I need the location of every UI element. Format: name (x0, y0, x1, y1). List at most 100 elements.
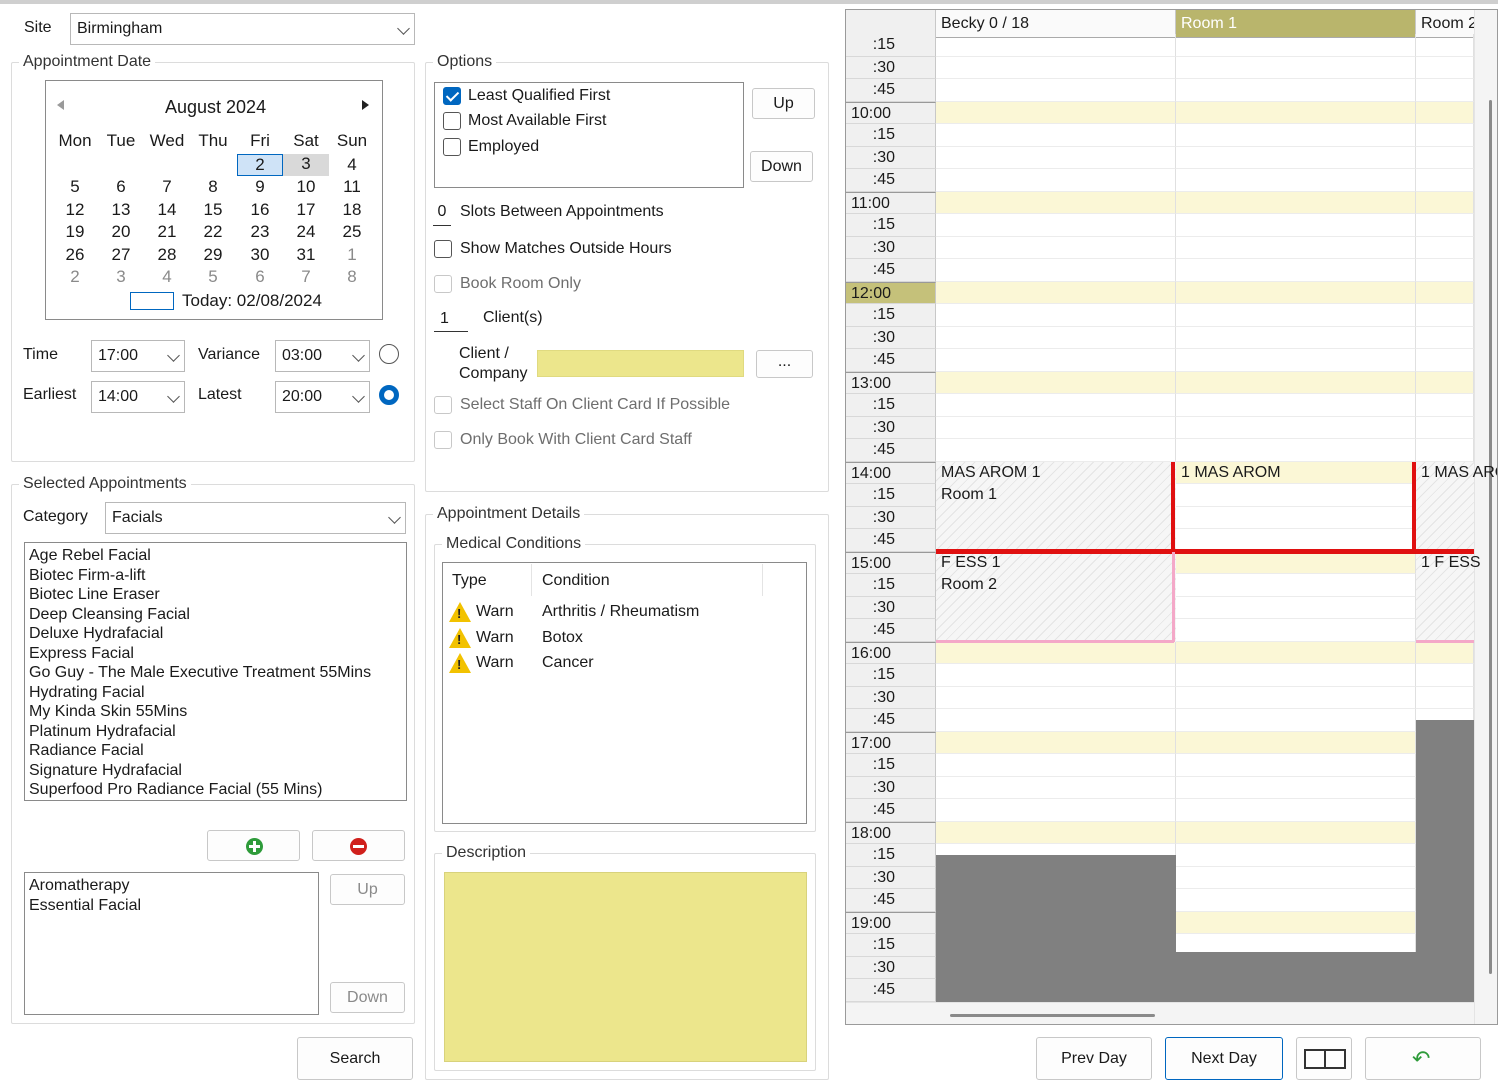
schedule-slot[interactable] (1176, 101, 1416, 124)
calendar-day[interactable]: 21 (147, 222, 187, 242)
calendar-day[interactable]: 2 (237, 154, 283, 176)
calendar-day[interactable]: 24 (286, 222, 326, 242)
calendar-day[interactable]: 20 (101, 222, 141, 242)
vertical-scrollbar[interactable] (1474, 10, 1497, 1024)
schedule-slot[interactable] (1176, 124, 1416, 147)
calendar-day[interactable]: 28 (147, 245, 187, 265)
column-header-condition[interactable]: Condition (542, 572, 610, 590)
schedule-slot[interactable] (1176, 259, 1416, 282)
options-up-button[interactable]: Up (752, 88, 815, 119)
calendar-day[interactable]: 6 (240, 267, 280, 287)
category-select[interactable]: Facials (105, 502, 406, 534)
options-down-button[interactable]: Down (750, 151, 813, 182)
schedule-slot[interactable] (936, 124, 1176, 147)
list-item[interactable]: Hydrating Facial (25, 683, 406, 703)
list-item[interactable]: Platinum Hydrafacial (25, 722, 406, 742)
schedule-slot[interactable] (936, 326, 1176, 349)
schedule-slot[interactable] (1176, 281, 1416, 304)
schedule-slot[interactable] (1176, 169, 1416, 192)
schedule-slot[interactable] (936, 191, 1176, 214)
time-select[interactable]: 17:00 (91, 340, 185, 372)
calendar-day[interactable]: 14 (147, 200, 187, 220)
schedule-slot[interactable] (1416, 214, 1474, 237)
schedule-slot[interactable] (936, 664, 1176, 687)
latest-select[interactable]: 20:00 (275, 381, 370, 413)
schedule-slot[interactable] (936, 146, 1176, 169)
schedule-slot[interactable] (1176, 394, 1416, 417)
list-item[interactable]: Biotec Line Eraser (25, 585, 406, 605)
remove-treatment-button[interactable] (312, 830, 405, 861)
calendar-day[interactable]: 7 (286, 267, 326, 287)
schedule-slot[interactable] (1416, 169, 1474, 192)
schedule-slot[interactable] (1176, 686, 1416, 709)
appointment-label[interactable]: 1 MAS AROM (1421, 464, 1497, 482)
earliest-select[interactable]: 14:00 (91, 381, 185, 413)
schedule-slot[interactable] (1176, 439, 1416, 462)
calendar-day[interactable]: 8 (332, 267, 372, 287)
schedule-slot[interactable] (1176, 776, 1416, 799)
slots-between-input[interactable]: 0 (433, 200, 451, 226)
next-month-icon[interactable] (362, 100, 369, 110)
schedule-slot[interactable] (936, 34, 1176, 57)
schedule-slot[interactable] (1416, 686, 1474, 709)
calendar-day[interactable]: 22 (193, 222, 233, 242)
calendar-day[interactable]: 13 (101, 200, 141, 220)
list-item[interactable]: Express Facial (25, 644, 406, 664)
list-item[interactable]: Deluxe Hydrafacial (25, 624, 406, 644)
schedule-slot[interactable] (1176, 146, 1416, 169)
schedule-slot[interactable] (1416, 641, 1474, 664)
calendar-day[interactable]: 1 (332, 245, 372, 265)
calendar-day[interactable]: 10 (286, 177, 326, 197)
schedule-slot[interactable] (936, 349, 1176, 372)
schedule-slot[interactable] (1416, 101, 1474, 124)
calendar-day[interactable]: 15 (193, 200, 233, 220)
list-item[interactable]: My Kinda Skin 55Mins (25, 702, 406, 722)
schedule-slot[interactable] (1416, 124, 1474, 147)
book-room-only-checkbox[interactable] (434, 275, 452, 293)
schedule-slot[interactable] (1416, 371, 1474, 394)
list-item[interactable]: Deep Cleansing Facial (25, 605, 406, 625)
schedule-slot[interactable] (1416, 281, 1474, 304)
calendar-day[interactable]: 8 (193, 177, 233, 197)
column-header-type[interactable]: Type (452, 572, 487, 590)
site-select[interactable]: Birmingham (70, 13, 415, 45)
calendar-day[interactable]: 27 (101, 245, 141, 265)
schedule-slot[interactable] (936, 236, 1176, 259)
schedule-slot[interactable] (1416, 191, 1474, 214)
schedule-slot[interactable] (1176, 34, 1416, 57)
only-book-checkbox[interactable] (434, 431, 452, 449)
calendar-day[interactable]: 4 (147, 267, 187, 287)
selected-down-button[interactable]: Down (330, 982, 405, 1013)
schedule-slot[interactable] (1416, 56, 1474, 79)
calendar-day[interactable]: 3 (101, 267, 141, 287)
schedule-slot[interactable] (1176, 844, 1416, 867)
schedule-slot[interactable] (936, 259, 1176, 282)
appointment-label[interactable]: 1 F ESS (1421, 554, 1481, 572)
schedule-slot[interactable] (1416, 394, 1474, 417)
selected-treatments-list[interactable]: Aromatherapy Essential Facial (24, 872, 319, 1015)
calendar-day[interactable]: 23 (240, 222, 280, 242)
calendar-day[interactable]: 6 (101, 177, 141, 197)
list-item[interactable]: Age Rebel Facial (25, 546, 406, 566)
schedule-slot[interactable] (936, 371, 1176, 394)
most-available-checkbox[interactable] (443, 112, 461, 130)
schedule-slot[interactable] (1176, 349, 1416, 372)
employed-checkbox[interactable] (443, 138, 461, 156)
medical-conditions-table[interactable] (442, 562, 807, 824)
split-view-button[interactable] (1296, 1037, 1352, 1080)
appointment-label[interactable]: F ESS 1 (941, 554, 1001, 572)
schedule-slot[interactable] (936, 169, 1176, 192)
schedule-slot[interactable] (936, 304, 1176, 327)
calendar-day[interactable]: 5 (193, 267, 233, 287)
schedule-slot[interactable] (936, 416, 1176, 439)
appointment-label[interactable]: 1 MAS AROM (1181, 464, 1281, 482)
list-item[interactable]: Superfood Pro Radiance Facial (55 Mins) (25, 780, 406, 800)
list-item[interactable]: Aromatherapy (25, 876, 318, 896)
calendar-day[interactable]: 4 (332, 155, 372, 175)
schedule-slot[interactable] (936, 709, 1176, 732)
appointment-label[interactable]: Room 2 (941, 576, 997, 594)
clients-count-input[interactable]: 1 (434, 306, 468, 332)
list-item[interactable]: Radiance Facial (25, 741, 406, 761)
schedule-slot[interactable] (1176, 551, 1416, 574)
appointment-label[interactable]: Room 1 (941, 486, 997, 504)
